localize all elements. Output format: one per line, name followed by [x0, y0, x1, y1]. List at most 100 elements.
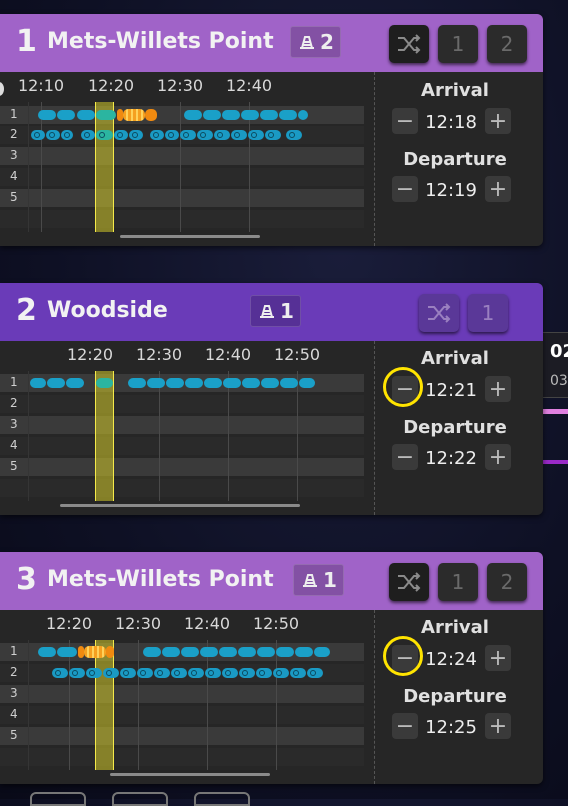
- train-segment[interactable]: [77, 110, 95, 120]
- train-segment[interactable]: [84, 646, 106, 658]
- train-segment[interactable]: [256, 668, 272, 678]
- train-segment[interactable]: [38, 647, 56, 657]
- train-segment[interactable]: [241, 110, 259, 120]
- train-segment[interactable]: [223, 378, 241, 388]
- train-segment[interactable]: [154, 668, 170, 678]
- train-segment[interactable]: [47, 378, 65, 388]
- train-segment[interactable]: [295, 647, 313, 657]
- train-segment[interactable]: [276, 647, 294, 657]
- train-segment[interactable]: [298, 110, 308, 120]
- train-segment[interactable]: [180, 130, 196, 140]
- train-segment[interactable]: [143, 647, 161, 657]
- train-segment[interactable]: [96, 110, 116, 120]
- train-segment[interactable]: [290, 668, 306, 678]
- train-segment[interactable]: [86, 668, 102, 678]
- train-segment[interactable]: [273, 668, 289, 678]
- track-button-1[interactable]: 1: [438, 25, 478, 63]
- train-segment[interactable]: [286, 130, 302, 140]
- train-segment[interactable]: [129, 130, 143, 140]
- track-button-1[interactable]: 1: [438, 563, 478, 601]
- train-segment[interactable]: [307, 668, 323, 678]
- train-segment[interactable]: [204, 378, 222, 388]
- platform-count-button[interactable]: 2: [290, 26, 341, 58]
- train-segment[interactable]: [185, 378, 203, 388]
- train-segment[interactable]: [219, 647, 237, 657]
- train-segment[interactable]: [203, 110, 221, 120]
- track-button-1[interactable]: 1: [468, 294, 508, 332]
- arrival-plus-button[interactable]: +: [485, 108, 511, 134]
- train-segment[interactable]: [184, 110, 202, 120]
- train-segment[interactable]: [200, 647, 218, 657]
- bottom-tab-button[interactable]: [194, 792, 250, 806]
- train-segment[interactable]: [181, 647, 199, 657]
- departure-plus-button[interactable]: +: [485, 176, 511, 202]
- train-segment[interactable]: [30, 378, 46, 388]
- timeline-scrollbar[interactable]: [120, 235, 260, 238]
- shuffle-button[interactable]: [389, 563, 429, 601]
- train-segment[interactable]: [214, 130, 230, 140]
- timeline-scrollbar[interactable]: [110, 773, 270, 776]
- train-segment[interactable]: [31, 130, 45, 140]
- train-segment[interactable]: [69, 668, 85, 678]
- train-segment[interactable]: [260, 110, 278, 120]
- train-segment[interactable]: [103, 668, 119, 678]
- train-segment[interactable]: [299, 378, 315, 388]
- departure-plus-button[interactable]: +: [485, 444, 511, 470]
- train-segment[interactable]: [165, 130, 179, 140]
- train-segment[interactable]: [197, 130, 213, 140]
- train-segment[interactable]: [222, 110, 240, 120]
- track-button-2[interactable]: 2: [487, 25, 527, 63]
- train-segment[interactable]: [150, 130, 164, 140]
- train-segment[interactable]: [38, 110, 56, 120]
- train-segment[interactable]: [280, 378, 298, 388]
- train-segment[interactable]: [188, 668, 204, 678]
- train-segment[interactable]: [57, 647, 77, 657]
- train-segment[interactable]: [61, 130, 73, 140]
- scroll-left-icon[interactable]: [0, 82, 4, 96]
- train-segment[interactable]: [145, 109, 157, 121]
- train-segment[interactable]: [46, 130, 60, 140]
- train-segment[interactable]: [96, 130, 113, 140]
- train-segment[interactable]: [265, 130, 281, 140]
- train-segment[interactable]: [57, 110, 75, 120]
- train-segment[interactable]: [128, 378, 146, 388]
- train-segment[interactable]: [166, 378, 184, 388]
- train-segment[interactable]: [238, 647, 256, 657]
- train-segment[interactable]: [171, 668, 187, 678]
- arrival-plus-button[interactable]: +: [485, 645, 511, 671]
- train-segment[interactable]: [279, 110, 297, 120]
- bottom-tab-button[interactable]: [112, 792, 168, 806]
- train-segment[interactable]: [52, 668, 68, 678]
- departure-minus-button[interactable]: −: [392, 176, 418, 202]
- train-segment[interactable]: [120, 668, 136, 678]
- train-segment[interactable]: [239, 668, 255, 678]
- departure-minus-button[interactable]: −: [392, 444, 418, 470]
- train-segment[interactable]: [147, 378, 165, 388]
- shuffle-button[interactable]: [419, 294, 459, 332]
- departure-plus-button[interactable]: +: [485, 713, 511, 739]
- train-segment[interactable]: [314, 647, 330, 657]
- train-segment[interactable]: [261, 378, 279, 388]
- train-segment[interactable]: [242, 378, 260, 388]
- train-segment[interactable]: [162, 647, 180, 657]
- train-segment[interactable]: [96, 378, 113, 388]
- train-segment[interactable]: [66, 378, 84, 388]
- platform-count-button[interactable]: 1: [293, 564, 344, 596]
- track-button-2[interactable]: 2: [487, 563, 527, 601]
- train-segment[interactable]: [114, 130, 128, 140]
- arrival-plus-button[interactable]: +: [485, 376, 511, 402]
- train-segment[interactable]: [205, 668, 221, 678]
- train-segment[interactable]: [106, 646, 114, 658]
- train-segment[interactable]: [123, 109, 145, 121]
- train-segment[interactable]: [81, 130, 95, 140]
- platform-count-button[interactable]: 1: [250, 295, 301, 327]
- shuffle-button[interactable]: [389, 25, 429, 63]
- departure-minus-button[interactable]: −: [392, 713, 418, 739]
- train-segment[interactable]: [248, 130, 264, 140]
- train-segment[interactable]: [231, 130, 247, 140]
- train-segment[interactable]: [222, 668, 238, 678]
- arrival-minus-button[interactable]: −: [392, 108, 418, 134]
- timeline-scrollbar[interactable]: [60, 504, 300, 507]
- train-segment[interactable]: [257, 647, 275, 657]
- train-segment[interactable]: [137, 668, 153, 678]
